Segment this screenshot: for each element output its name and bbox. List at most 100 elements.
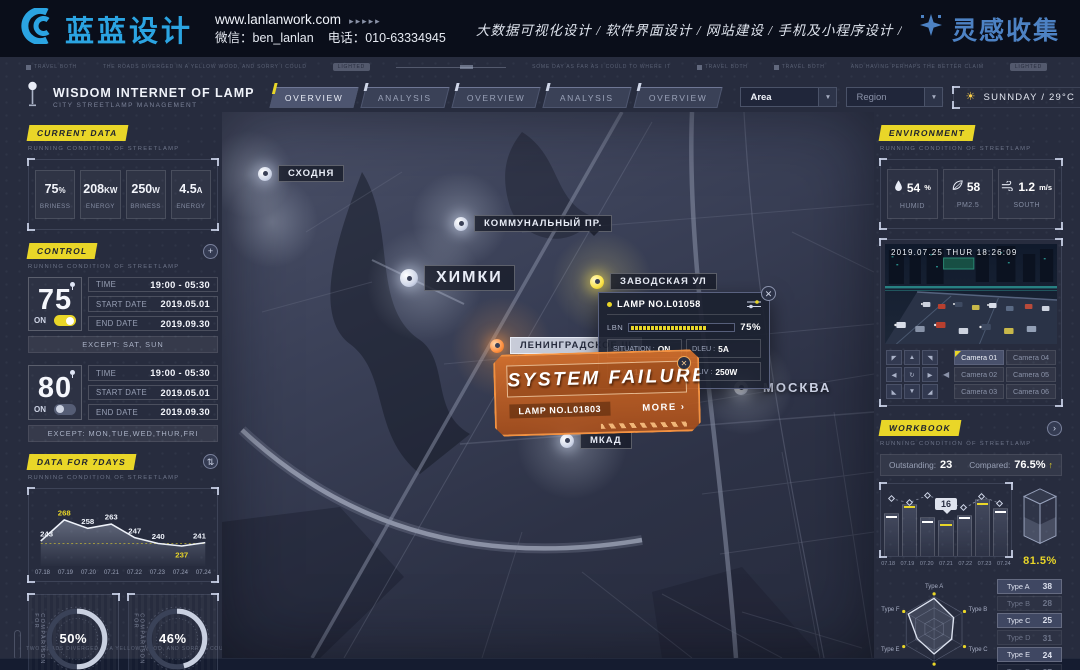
svg-text:247: 247: [128, 526, 141, 535]
environment-cards: 54% HUMID 58 PM2.5 1.2m/s SOU: [880, 159, 1062, 229]
tab-overview-2[interactable]: OVERVIEW: [452, 87, 541, 108]
lanlan-logo[interactable]: 蓝蓝设计: [20, 8, 193, 50]
weather-widget: ☀ SUNNDAY / 29°C: [953, 87, 1080, 108]
pan-down-right-button[interactable]: ◢: [922, 384, 938, 399]
tab-analysis-1[interactable]: ANALYSIS: [361, 87, 450, 108]
brightness-value: 80: [34, 373, 76, 403]
svg-text:263: 263: [105, 513, 119, 522]
type-row[interactable]: Type B28: [997, 596, 1062, 611]
type-row[interactable]: Type D31: [997, 630, 1062, 645]
camera-button[interactable]: Camera 05: [1006, 367, 1056, 382]
area-select[interactable]: Area▼: [740, 87, 837, 107]
bar-value-callout: 16: [935, 498, 957, 510]
type-list: Type A38 Type B28 Type C25 Type D31 Type…: [997, 579, 1062, 670]
svg-text:237: 237: [175, 551, 188, 560]
type-row[interactable]: Type A38: [997, 579, 1062, 594]
chevron-down-icon: ▼: [818, 88, 836, 106]
close-icon[interactable]: ✕: [677, 356, 691, 370]
pan-up-left-button[interactable]: ◤: [886, 350, 902, 365]
detail-cell: DLEU :5A: [686, 339, 761, 358]
env-card-pm25: 58 PM2.5: [943, 169, 994, 219]
page-subtitle: CITY STREETLAMP MANAGEMENT: [53, 102, 254, 109]
camera-panel: 2019.07.25 THUR 18:26:09: [880, 239, 1062, 406]
add-schedule-button[interactable]: +: [203, 244, 218, 259]
section-title-current-data: CURRENT DATA: [27, 125, 128, 141]
section-subtitle: RUNNING CONDITION OF STREETLAMP: [28, 264, 218, 270]
svg-text:Type C: Type C: [969, 647, 989, 653]
failure-lamp-id: LAMP NO.L01803: [509, 402, 610, 419]
collapse-icon[interactable]: ◀: [943, 370, 949, 379]
svg-text:Type F: Type F: [881, 607, 900, 613]
camera-button[interactable]: Camera 04: [1006, 350, 1056, 365]
cube-icon: [1022, 487, 1058, 549]
schedule-row: TIME19:00 - 05:30: [88, 365, 218, 380]
lamp-pin-icon: [400, 269, 418, 287]
services-text: 大数据可视化设计 / 软件界面设计 / 网站建设 / 手机及小程序设计 / 软件…: [476, 19, 902, 39]
contact-block: www.lanlanwork.com▸▸▸▸▸ 微信：ben_lanlan电话：…: [215, 10, 460, 48]
tab-overview-1[interactable]: OVERVIEW: [270, 87, 359, 108]
schedule-row: END DATE2019.09.30: [88, 404, 218, 419]
pan-down-left-button[interactable]: ◣: [886, 384, 902, 399]
tab-bar: OVERVIEW ANALYSIS OVERVIEW ANALYSIS OVER…: [272, 87, 720, 108]
bulb-icon: [70, 282, 75, 287]
lamp-pin-icon: [560, 434, 574, 448]
tab-analysis-2[interactable]: ANALYSIS: [543, 87, 632, 108]
schedule-row: START DATE2019.05.01: [88, 296, 218, 311]
pan-up-right-button[interactable]: ◥: [922, 350, 938, 365]
sun-icon: ☀: [965, 92, 976, 103]
left-panel: CURRENT DATA RUNNING CONDITION OF STREET…: [28, 125, 218, 670]
section-subtitle: RUNNING CONDITION OF STREETLAMP: [28, 475, 218, 481]
type-row[interactable]: Type C25: [997, 613, 1062, 628]
type-row[interactable]: Type E24: [997, 647, 1062, 662]
website-link[interactable]: www.lanlanwork.com: [215, 12, 341, 27]
except-days-note: EXCEPT: MON,TUE,WED,THUR,FRI: [28, 425, 218, 442]
wind-icon: [1001, 180, 1014, 194]
lamp-pin-icon-yellow: [590, 275, 604, 289]
lamp-pin-icon: [454, 217, 468, 231]
map-pin-shodnya[interactable]: СХОДНЯ: [258, 165, 344, 182]
power-toggle[interactable]: [54, 315, 76, 326]
lamp-pin-icon-orange: [490, 339, 504, 353]
type-radar-chart: Type AType BType CType DType EType F: [880, 579, 992, 670]
camera-button[interactable]: Camera 03: [954, 384, 1004, 399]
section-subtitle: RUNNING CONDITION OF STREETLAMP: [880, 441, 1062, 447]
section-subtitle: RUNNING CONDITION OF STREETLAMP: [28, 146, 218, 152]
camera-button[interactable]: Camera 02: [954, 367, 1004, 382]
map-pin-kommunalny[interactable]: КОММУНАЛЬНЫЙ ПР.: [454, 215, 612, 232]
region-select[interactable]: Region▼: [846, 87, 943, 107]
brightness-value: 75: [34, 285, 76, 315]
gauge-value: 50%: [59, 631, 87, 646]
pan-right-button[interactable]: ▶: [922, 367, 938, 382]
reset-view-button[interactable]: ↻: [904, 367, 920, 382]
camera-button[interactable]: Camera 01: [954, 350, 1004, 365]
type-row[interactable]: Type F37: [997, 664, 1062, 670]
svg-text:240: 240: [152, 532, 165, 541]
expand-chart-button[interactable]: ⇅: [203, 454, 218, 469]
power-toggle[interactable]: [54, 404, 76, 415]
capacity-cube-widget: 81.5%: [1018, 483, 1062, 567]
lamp-pin-icon: [258, 167, 272, 181]
more-button[interactable]: MORE ›: [642, 401, 685, 413]
pan-up-button[interactable]: ▲: [904, 350, 920, 365]
svg-text:Type A: Type A: [925, 584, 943, 590]
chevron-right-icon[interactable]: ›: [1047, 421, 1062, 436]
lanlan-logo-icon: [20, 8, 56, 49]
map-pin-zavodskaya[interactable]: ЗАВОДСКАЯ УЛ: [590, 273, 717, 290]
brightness-progressbar[interactable]: [628, 323, 735, 332]
close-icon[interactable]: ✕: [761, 286, 776, 301]
stat-card: 4.5AENERGY: [171, 170, 211, 219]
pan-left-button[interactable]: ◀: [886, 367, 902, 382]
collect-link[interactable]: 灵感收集: [918, 11, 1060, 47]
svg-text:Type E: Type E: [881, 647, 900, 653]
chevron-down-icon: ▼: [924, 88, 942, 106]
control-group-2: 80 ON TIME19:00 - 05:30 START DATE2019.0…: [28, 365, 218, 419]
section-title-week-data: DATA FOR 7DAYS: [27, 454, 137, 470]
city-map[interactable]: СХОДНЯ КОММУНАЛЬНЫЙ ПР. ХИМКИ ЗАВОДСКАЯ …: [222, 112, 874, 658]
equalizer-icon[interactable]: [747, 299, 761, 309]
pan-down-button[interactable]: ▼: [904, 384, 920, 399]
system-failure-popup: SYSTEM FAILURE LAMP NO.L01803 MORE ›: [493, 349, 701, 437]
map-pin-khimki[interactable]: ХИМКИ: [400, 265, 515, 291]
camera-button[interactable]: Camera 06: [1006, 384, 1056, 399]
checkbox-decoration: [774, 65, 779, 70]
tab-overview-3[interactable]: OVERVIEW: [634, 87, 723, 108]
